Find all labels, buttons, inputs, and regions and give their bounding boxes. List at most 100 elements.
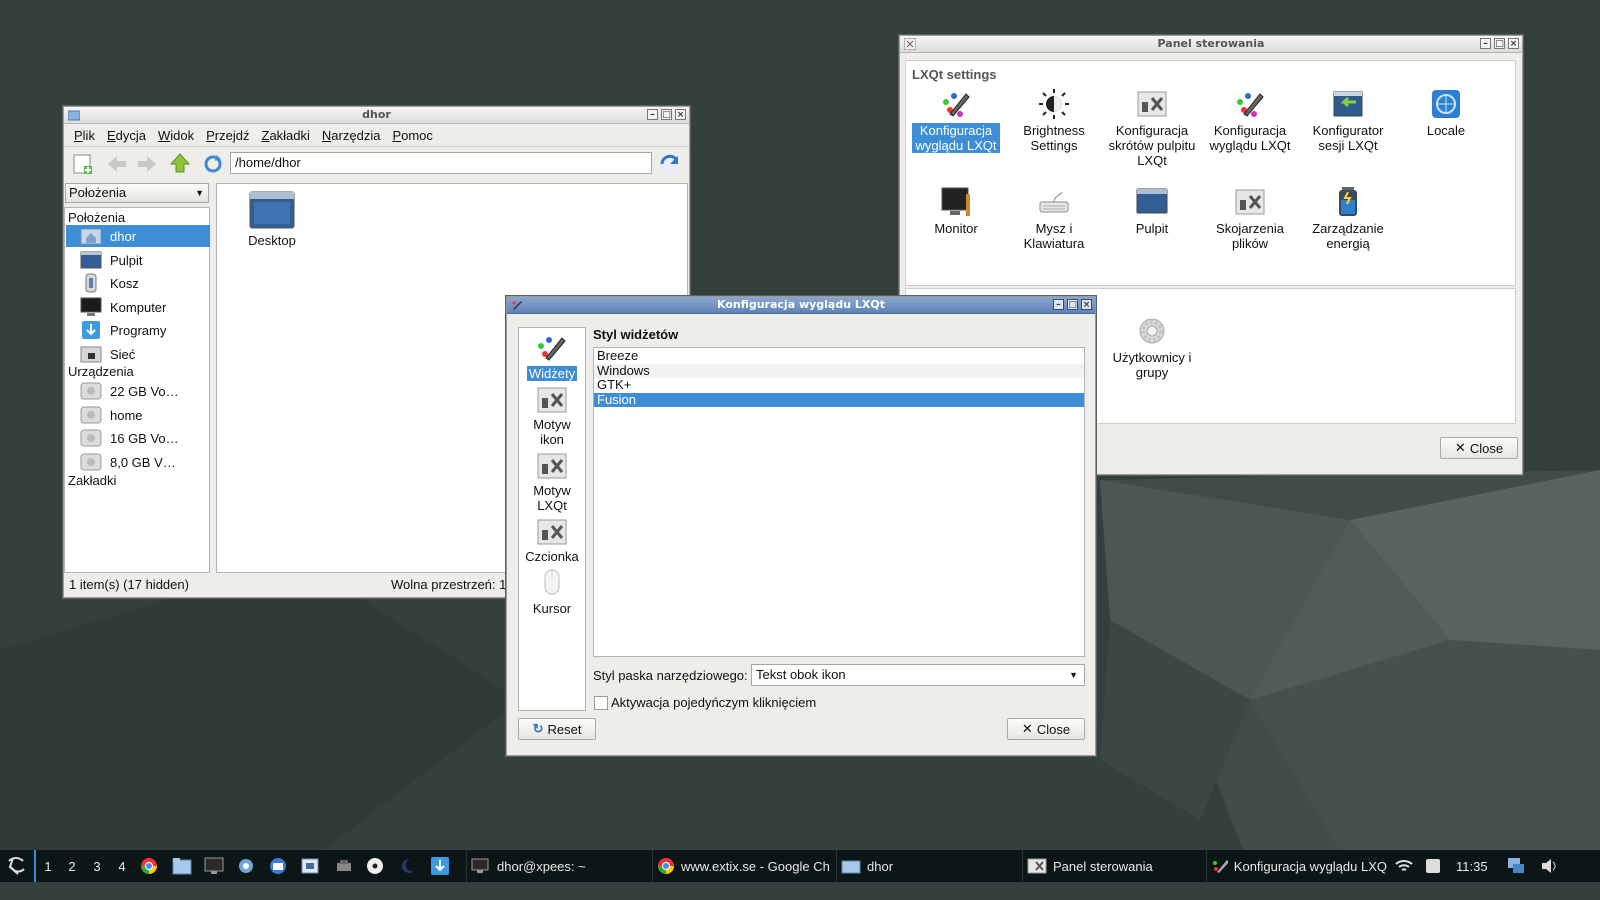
chrome-icon[interactable] xyxy=(140,857,158,875)
minimize-button[interactable]: – xyxy=(1053,299,1064,310)
cp-item-label: Zarządzanie energią xyxy=(1312,221,1384,251)
up-arrow-icon[interactable] xyxy=(169,152,191,174)
cp-item-label: Mysz i Klawiatura xyxy=(1023,221,1085,251)
cp-item-users-groups[interactable]: Użytkownicy i grupy xyxy=(1108,315,1196,380)
single-click-label: Aktywacja pojedyńczym kliknięciem xyxy=(611,695,817,710)
category-cursor[interactable]: Kursor xyxy=(519,568,585,616)
cp-item-shortcuts[interactable]: Konfiguracja skrótów pulpitu LXQt xyxy=(1103,88,1201,168)
terminal-icon[interactable] xyxy=(204,857,224,875)
file-manager-titlebar[interactable]: dhor – □ × xyxy=(64,107,689,124)
minimize-button[interactable]: – xyxy=(647,109,658,120)
reload-icon[interactable] xyxy=(202,153,224,175)
sidebar-item-dhor[interactable]: dhor xyxy=(66,225,210,247)
thunderbird-icon[interactable] xyxy=(268,857,288,875)
path-input[interactable]: /home/dhor xyxy=(230,152,652,174)
task-terminal[interactable]: dhor@xpees: ~ xyxy=(466,850,647,882)
back-arrow-icon[interactable] xyxy=(106,153,128,175)
brush-icon xyxy=(511,299,523,311)
workspace-3[interactable]: 3 xyxy=(85,850,109,882)
sidebar-device-2[interactable]: home xyxy=(66,404,210,426)
list-item[interactable]: Breeze xyxy=(594,349,1084,364)
list-item[interactable]: GTK+ xyxy=(594,378,1084,393)
menu-widok[interactable]: Widok xyxy=(152,128,200,143)
cp-item-session[interactable]: Konfigurator sesji LXQt xyxy=(1304,88,1392,153)
close-button[interactable]: ✕ Close xyxy=(1440,437,1518,459)
wifi-icon[interactable] xyxy=(1394,858,1414,874)
menu-narzedzia[interactable]: Narzędzia xyxy=(316,128,387,143)
list-item-selected[interactable]: Fusion xyxy=(594,392,1084,407)
menu-edycja[interactable]: Edycja xyxy=(101,128,152,143)
go-arrow-icon[interactable] xyxy=(658,152,682,176)
cp-item-locale[interactable]: Locale xyxy=(1402,88,1490,138)
drive-icon xyxy=(80,382,102,400)
close-button[interactable]: × xyxy=(1081,299,1092,310)
clock[interactable]: 11:35 xyxy=(1456,850,1496,882)
cp-item-appearance[interactable]: Konfiguracja wyglądu LXQt xyxy=(912,88,1000,153)
category-icon-theme[interactable]: Motyw ikon xyxy=(519,386,585,447)
sidebar-device-4[interactable]: 8,0 GB V… xyxy=(66,451,210,473)
sidebar-device-3[interactable]: 16 GB Vo… xyxy=(66,427,210,449)
category-font[interactable]: Czcionka xyxy=(519,518,585,564)
sidebar-item-kosz[interactable]: Kosz xyxy=(66,272,210,294)
toolbar-style-select[interactable]: Tekst obok ikon ▼ xyxy=(751,664,1085,686)
list-item[interactable]: Windows xyxy=(594,363,1084,378)
main-menu-button[interactable] xyxy=(3,850,31,882)
cp-item-desktop[interactable]: Pulpit xyxy=(1108,186,1196,236)
task-chrome[interactable]: www.extix.se - Google Ch xyxy=(652,850,833,882)
menu-zakladki[interactable]: Zakładki xyxy=(255,128,315,143)
status-left: 1 item(s) (17 hidden) xyxy=(69,577,189,592)
workspace-1[interactable]: 1 xyxy=(34,850,60,882)
sidebar-device-1[interactable]: 22 GB Vo… xyxy=(66,380,210,402)
reset-button[interactable]: ↻ Reset xyxy=(518,718,596,740)
forward-arrow-icon[interactable] xyxy=(136,153,158,175)
cp-item-brightness[interactable]: Brightness Settings xyxy=(1010,88,1098,153)
category-widgets[interactable]: Widżety xyxy=(519,333,585,381)
cp-item-power[interactable]: Zarządzanie energią xyxy=(1304,186,1392,251)
file-manager-icon[interactable] xyxy=(172,857,192,875)
media-player-icon[interactable] xyxy=(366,857,384,875)
style-list[interactable]: Breeze Windows GTK+ Fusion xyxy=(593,347,1085,657)
close-button[interactable]: ✕ Close xyxy=(1007,718,1085,740)
cp-item-monitor[interactable]: Monitor xyxy=(912,186,1000,236)
appearance-titlebar[interactable]: Konfiguracja wyglądu LXQt – □ × xyxy=(507,297,1095,314)
maximize-button[interactable]: □ xyxy=(1494,38,1505,49)
maximize-button[interactable]: □ xyxy=(1067,299,1078,310)
task-file-manager[interactable]: dhor xyxy=(836,850,1017,882)
volume-icon[interactable] xyxy=(1540,857,1560,875)
package-manager-icon[interactable] xyxy=(300,856,320,876)
tools-app-icon[interactable] xyxy=(334,857,354,875)
menu-pomoc[interactable]: Pomoc xyxy=(386,128,438,143)
category-lxqt-theme[interactable]: Motyw LXQt xyxy=(519,452,585,513)
sidebar-item-siec[interactable]: Sieć xyxy=(66,343,210,365)
close-button[interactable]: × xyxy=(675,109,686,120)
file-item-desktop[interactable]: Desktop xyxy=(237,190,307,248)
control-panel-titlebar[interactable]: Panel sterowania – □ × xyxy=(900,36,1522,53)
task-appearance[interactable]: Konfiguracja wyglądu LXQ xyxy=(1206,850,1387,882)
network-status-icon[interactable] xyxy=(1506,856,1526,876)
new-tab-icon[interactable] xyxy=(72,153,94,175)
workspace-2[interactable]: 2 xyxy=(60,850,84,882)
task-label: www.extix.se - Google Ch xyxy=(681,858,830,874)
chevron-down-icon: ▼ xyxy=(195,188,204,198)
cp-item-file-associations[interactable]: Skojarzenia plików xyxy=(1206,186,1294,251)
task-control-panel[interactable]: Panel sterowania xyxy=(1022,850,1203,882)
category-label: Motyw ikon xyxy=(533,417,571,447)
moon-icon[interactable] xyxy=(398,857,416,875)
network-settings-icon[interactable] xyxy=(236,857,256,875)
side-pane-combo[interactable]: Położenia ▼ xyxy=(65,183,209,203)
cp-item-label: Użytkownicy i grupy xyxy=(1112,350,1192,380)
minimize-button[interactable]: – xyxy=(1480,38,1491,49)
menu-plik[interactable]: Plik xyxy=(68,128,101,143)
close-button[interactable]: × xyxy=(1508,38,1519,49)
cp-item-appearance-2[interactable]: Konfiguracja wyglądu LXQt xyxy=(1206,88,1294,153)
sidebar-item-komputer[interactable]: Komputer xyxy=(66,296,210,318)
single-click-checkbox[interactable] xyxy=(594,696,608,710)
workspace-4[interactable]: 4 xyxy=(110,850,134,882)
sidebar-item-pulpit[interactable]: Pulpit xyxy=(66,249,210,271)
battery-status-icon[interactable] xyxy=(1424,857,1442,875)
download-icon[interactable] xyxy=(430,856,450,876)
maximize-button[interactable]: □ xyxy=(661,109,672,120)
sidebar-item-programy[interactable]: Programy xyxy=(66,319,210,341)
menu-przejdz[interactable]: Przejdź xyxy=(200,128,255,143)
cp-item-mouse-keyboard[interactable]: Mysz i Klawiatura xyxy=(1010,186,1098,251)
